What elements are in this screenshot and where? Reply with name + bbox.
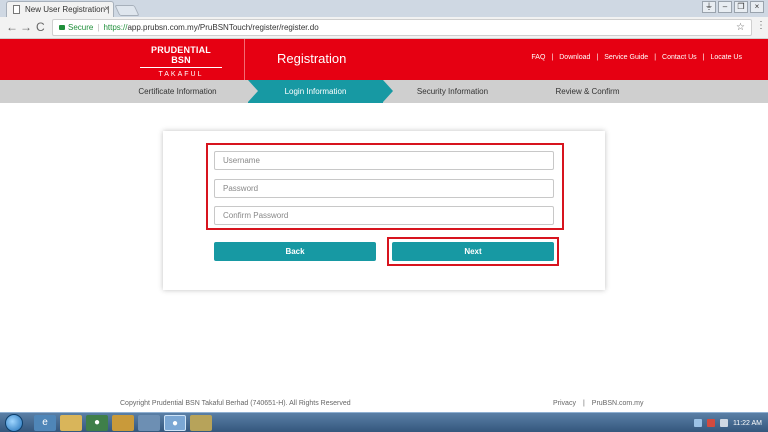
paint-icon[interactable]: [190, 415, 212, 431]
tab-close-icon[interactable]: ×: [104, 4, 109, 13]
back-button[interactable]: Back: [214, 242, 376, 261]
step-certificate-information: Certificate Information: [138, 87, 217, 96]
media-icon[interactable]: [112, 415, 134, 431]
volume-icon[interactable]: [719, 419, 728, 427]
step-review-confirm: Review & Confirm: [555, 87, 620, 96]
footer-copyright: Copyright Prudential BSN Takaful Berhad …: [120, 400, 351, 407]
file-explorer-icon[interactable]: [60, 415, 82, 431]
username-input[interactable]: [214, 151, 554, 170]
site-header: PRUDENTIAL BSN TAKAFUL Registration FAQ …: [0, 39, 768, 80]
password-input[interactable]: [214, 179, 554, 198]
minimize-button[interactable]: –: [718, 1, 732, 13]
start-button-icon[interactable]: [5, 414, 23, 432]
document-icon: [13, 5, 20, 14]
footer-separator: |: [582, 400, 585, 407]
network-icon[interactable]: [693, 419, 702, 427]
url-text: app.prubsn.com.my/PruBSNTouch/register/r…: [127, 23, 319, 32]
forward-arrow-icon[interactable]: →: [20, 20, 32, 34]
chrome-active-icon[interactable]: ●: [164, 415, 186, 431]
address-bar-row: ← → C Secure | https://app.prubsn.com.my/P…: [0, 17, 768, 39]
locate-us-link[interactable]: Locate Us: [710, 54, 742, 61]
prubsn-site-link[interactable]: PruBSN.com.my: [592, 400, 644, 407]
header-nav: FAQ | Download | Service Guide | Contact…: [531, 54, 742, 61]
app-window-icon[interactable]: [138, 415, 160, 431]
security-icon[interactable]: [706, 419, 715, 427]
step-login-information: Login Information: [248, 80, 383, 103]
tab-title: New User Registration |: [25, 5, 110, 14]
maximize-button[interactable]: ❐: [734, 1, 748, 13]
registration-steps: Certificate Information Login Informatio…: [0, 80, 768, 103]
clock[interactable]: 11:22 AM: [733, 420, 762, 427]
download-link[interactable]: Download: [559, 54, 590, 61]
user-icon[interactable]: ⏚: [702, 1, 716, 13]
system-tray: 11:22 AM: [693, 413, 762, 432]
page-title: Registration: [277, 51, 347, 66]
browser-menu-icon[interactable]: ⋮: [756, 20, 766, 31]
chrome-icon[interactable]: ●: [86, 415, 108, 431]
header-divider: [244, 39, 245, 80]
step-security-information: Security Information: [416, 87, 489, 96]
logo-top-text: PRUDENTIAL BSN: [140, 45, 222, 68]
url-field[interactable]: Secure | https://app.prubsn.com.my/PruBSNT…: [52, 19, 752, 36]
bookmark-star-icon[interactable]: ☆: [736, 20, 745, 35]
contact-us-link[interactable]: Contact Us: [662, 54, 697, 61]
prudential-bsn-logo[interactable]: PRUDENTIAL BSN TAKAFUL: [140, 45, 222, 78]
window-controls: ⏚ – ❐ ×: [702, 1, 764, 13]
footer-links: Privacy | PruBSN.com.my: [553, 400, 644, 407]
link-separator: |: [596, 54, 599, 61]
next-button[interactable]: Next: [392, 242, 554, 261]
new-tab-button[interactable]: [114, 5, 140, 16]
link-separator: |: [702, 54, 705, 61]
url-protocol: https://: [103, 23, 128, 32]
internet-explorer-icon[interactable]: e: [34, 415, 56, 431]
browser-titlebar: New User Registration | × ⏚ – ❐ ×: [0, 0, 768, 17]
service-guide-link[interactable]: Service Guide: [604, 54, 648, 61]
confirm-password-input[interactable]: [214, 206, 554, 225]
close-window-button[interactable]: ×: [750, 1, 764, 13]
reload-icon[interactable]: C: [36, 20, 45, 34]
browser-tab[interactable]: New User Registration | ×: [6, 1, 114, 17]
windows-taskbar: e ● ● 11:22 AM: [0, 412, 768, 432]
faq-link[interactable]: FAQ: [531, 54, 545, 61]
logo-bottom-text: TAKAFUL: [158, 71, 204, 78]
link-separator: |: [551, 54, 554, 61]
secure-label: Secure: [68, 23, 94, 32]
privacy-link[interactable]: Privacy: [553, 400, 576, 407]
link-separator: |: [654, 54, 657, 61]
lock-icon: [59, 25, 65, 30]
step-arrow-notch: [248, 80, 258, 102]
back-arrow-icon[interactable]: ←: [6, 20, 18, 34]
